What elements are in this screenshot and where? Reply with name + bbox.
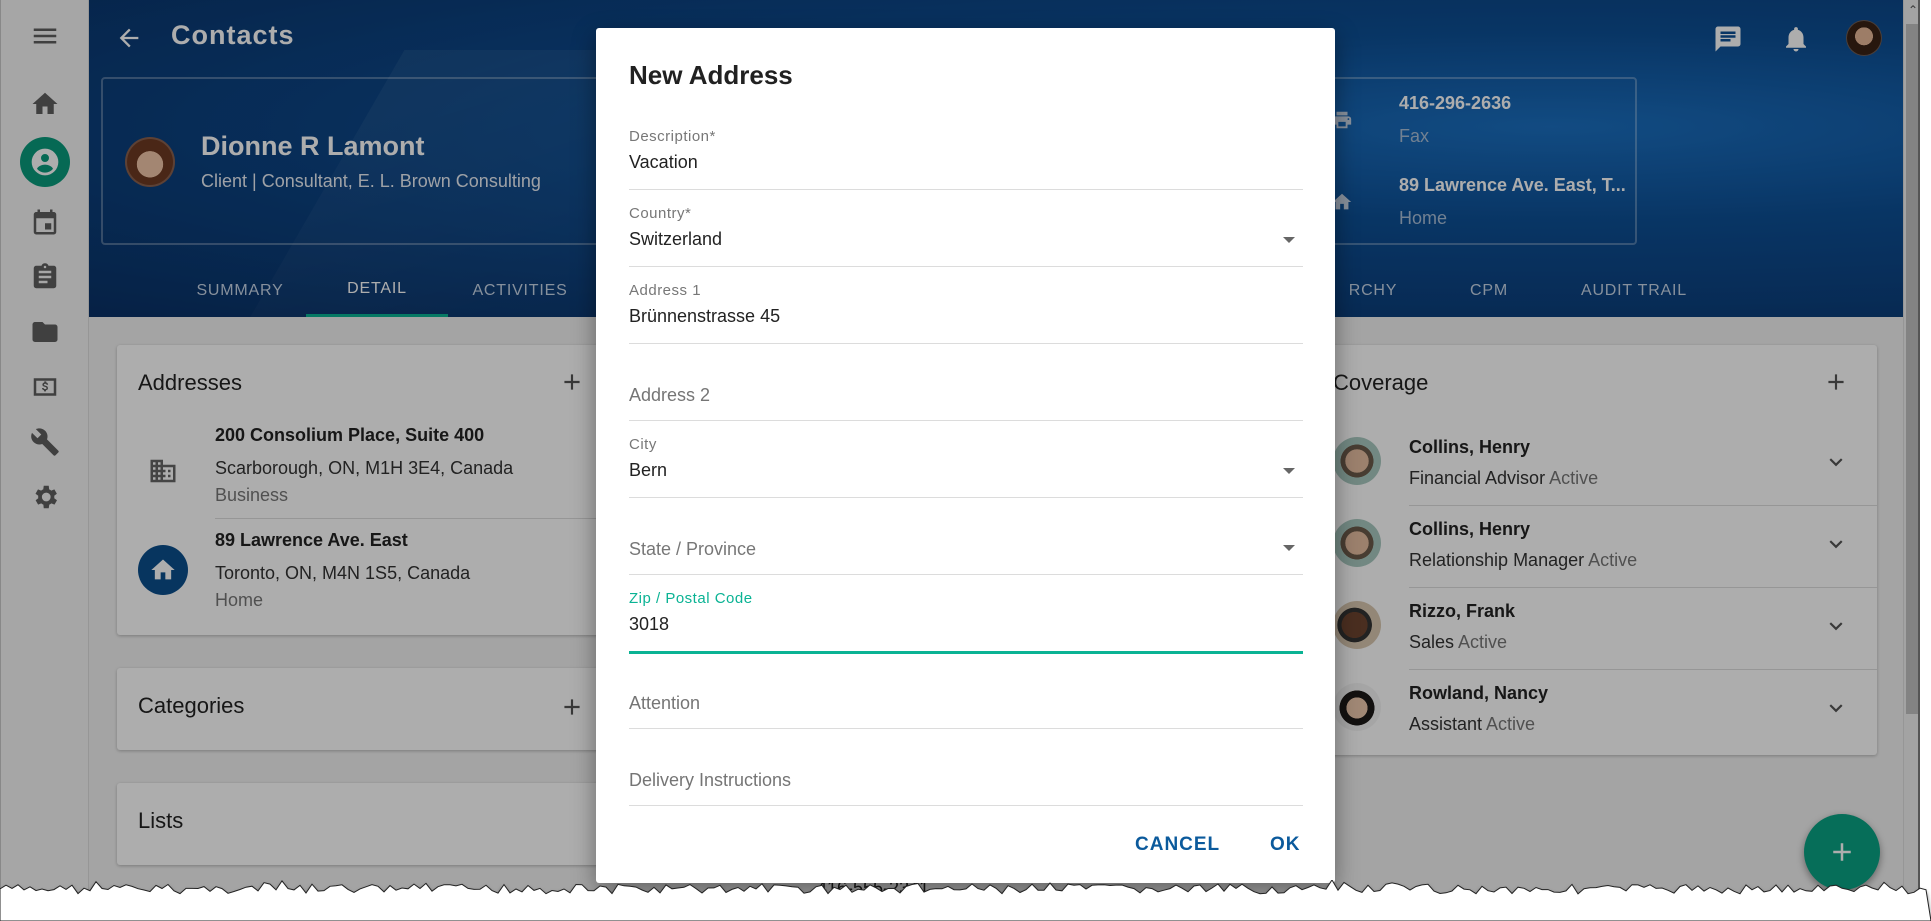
- state-field[interactable]: State / Province: [629, 513, 1303, 575]
- zip-field[interactable]: Zip / Postal Code: [629, 590, 1303, 654]
- address2-input[interactable]: [629, 385, 1269, 406]
- city-label: City: [629, 436, 657, 453]
- delivery-instructions-field[interactable]: [629, 744, 1303, 806]
- delivery-instructions-input[interactable]: [629, 770, 1269, 791]
- attention-input[interactable]: [629, 693, 1269, 714]
- country-label: Country*: [629, 205, 692, 222]
- address2-field[interactable]: [629, 359, 1303, 421]
- address1-input[interactable]: [629, 306, 1269, 327]
- app-window: Contacts Dionne R Lamont Client | Consul…: [0, 0, 1920, 900]
- description-field[interactable]: Description*: [629, 128, 1303, 190]
- dialog-title: New Address: [629, 60, 793, 90]
- torn-edge-decoration: [0, 880, 1931, 921]
- country-field[interactable]: Country* Switzerland: [629, 205, 1303, 267]
- city-select[interactable]: Bern: [629, 460, 1269, 481]
- zip-label: Zip / Postal Code: [629, 590, 753, 607]
- dropdown-arrow-icon[interactable]: [1283, 237, 1295, 243]
- description-label: Description*: [629, 128, 716, 145]
- city-field[interactable]: City Bern: [629, 436, 1303, 498]
- dropdown-arrow-icon[interactable]: [1283, 468, 1295, 474]
- zip-input[interactable]: [629, 614, 1269, 635]
- description-input[interactable]: [629, 152, 1269, 173]
- address1-label: Address 1: [629, 282, 702, 299]
- ok-button[interactable]: OK: [1262, 830, 1309, 860]
- state-select[interactable]: State / Province: [629, 539, 756, 560]
- cancel-button[interactable]: CANCEL: [1127, 830, 1228, 860]
- country-select[interactable]: Switzerland: [629, 229, 1269, 250]
- new-address-dialog: New Address Description* Country* Switze…: [596, 28, 1335, 883]
- dropdown-arrow-icon[interactable]: [1283, 545, 1295, 551]
- attention-field[interactable]: [629, 667, 1303, 729]
- address1-field[interactable]: Address 1: [629, 282, 1303, 344]
